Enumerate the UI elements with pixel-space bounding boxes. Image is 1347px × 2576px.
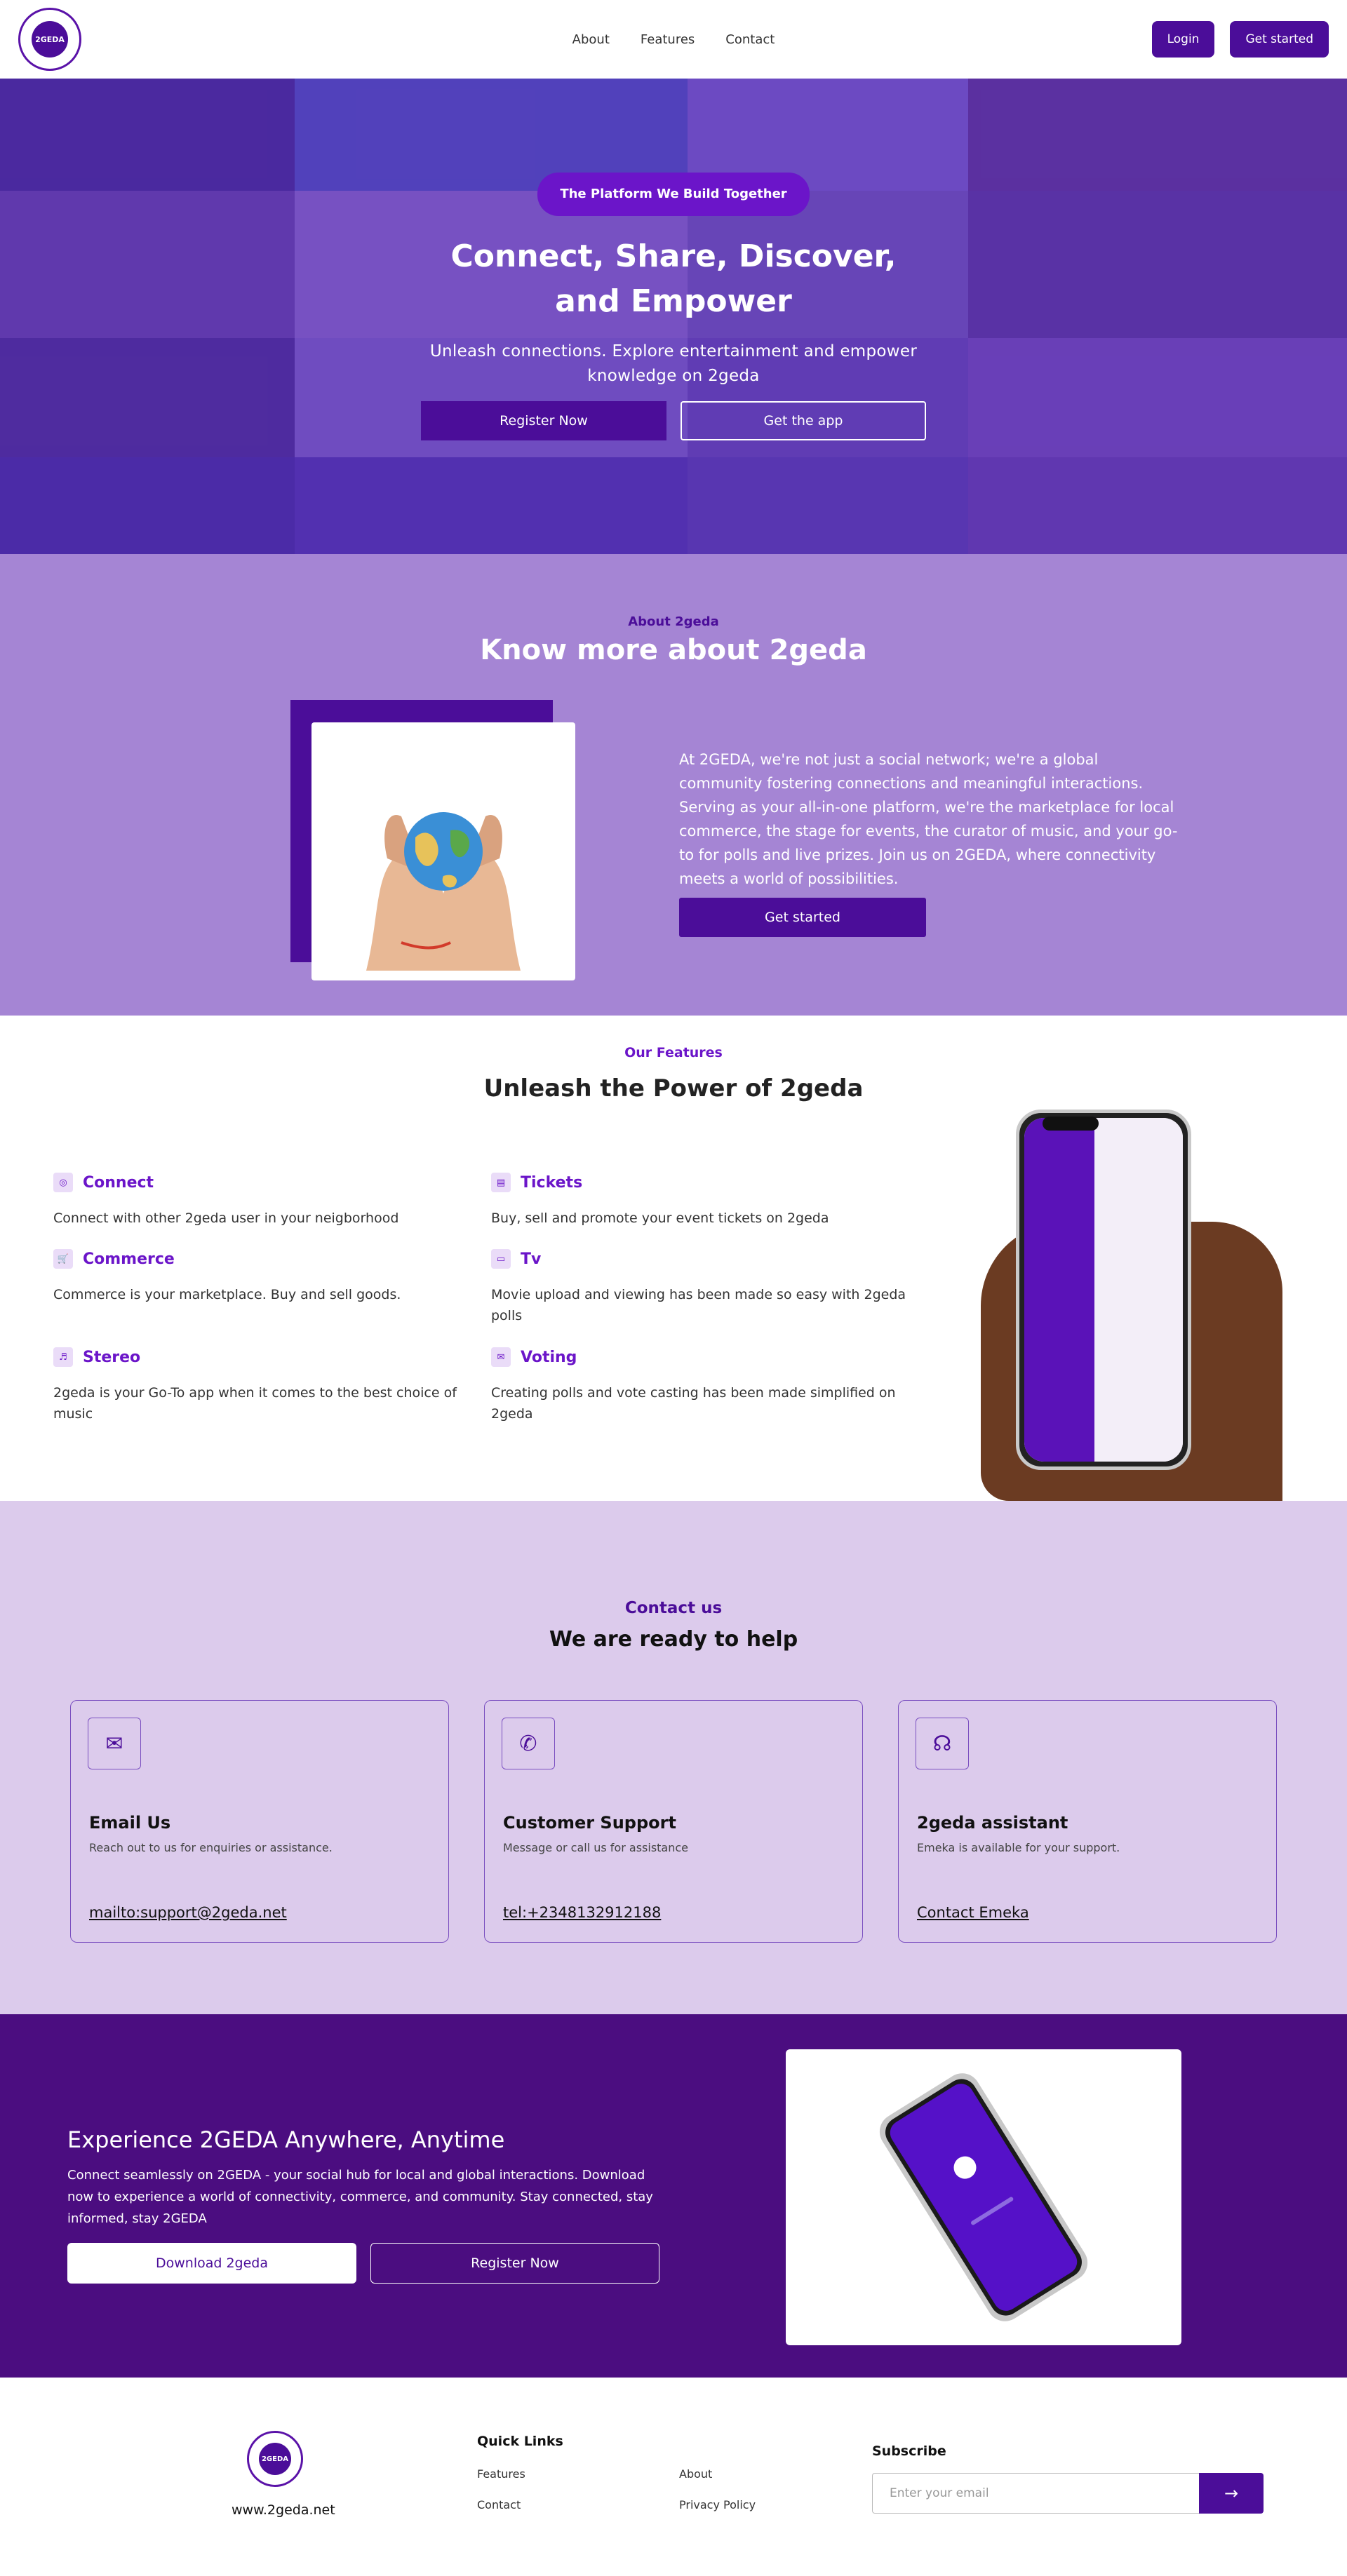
download-title: Experience 2GEDA Anywhere, Anytime bbox=[67, 2126, 505, 2153]
contact-card-title: Email Us bbox=[89, 1813, 171, 1833]
feature-name: Stereo bbox=[83, 1348, 141, 1366]
phone-icon: ✆ bbox=[502, 1718, 555, 1769]
hero-actions: Register Now Get the app bbox=[0, 401, 1347, 440]
app-main bbox=[1094, 1118, 1183, 1462]
subscribe-arrow-icon[interactable]: → bbox=[1199, 2473, 1264, 2514]
about-title: Know more about 2geda bbox=[480, 634, 867, 666]
tv-icon: ▭ bbox=[491, 1249, 511, 1269]
login-button[interactable]: Login bbox=[1151, 21, 1215, 58]
contact-card-description: Message or call us for assistance bbox=[503, 1841, 689, 1854]
connect-icon: ◎ bbox=[53, 1173, 73, 1192]
footer: 2GEDA www.2geda.net Quick Links Features… bbox=[0, 2378, 1347, 2575]
footer-link-about[interactable]: About bbox=[679, 2467, 712, 2481]
feature-name: Connect bbox=[83, 1173, 154, 1192]
feature-description: Movie upload and viewing has been made s… bbox=[491, 1287, 906, 1323]
contact-card-support: ✆ Customer Support Message or call us fo… bbox=[484, 1700, 863, 1943]
ticket-icon: ▤ bbox=[491, 1173, 511, 1192]
hero-title-line-1: Connect, Share, Discover, bbox=[450, 238, 897, 274]
about-kicker: About 2geda bbox=[628, 614, 719, 629]
feature-description: Connect with other 2geda user in your ne… bbox=[53, 1211, 399, 1226]
feature-description: 2geda is your Go-To app when it comes to… bbox=[53, 1385, 457, 1422]
hero-pill: The Platform We Build Together bbox=[537, 173, 810, 216]
footer-link-features[interactable]: Features bbox=[477, 2467, 525, 2481]
feature-tv: ▭ Tv Movie upload and viewing has been m… bbox=[491, 1249, 912, 1326]
features-kicker: Our Features bbox=[624, 1045, 723, 1060]
nav-link-about[interactable]: About bbox=[572, 32, 610, 47]
phone-screen bbox=[1024, 1118, 1183, 1462]
contact-section: Contact us We are ready to help ✉ Email … bbox=[0, 1501, 1347, 2014]
globe-in-hands-image bbox=[311, 722, 575, 980]
contact-card-title: 2geda assistant bbox=[917, 1813, 1068, 1833]
hero-title-line-2: and Empower bbox=[555, 283, 792, 319]
contact-card-email: ✉ Email Us Reach out to us for enquiries… bbox=[70, 1700, 449, 1943]
contact-card-assistant: ☊ 2geda assistant Emeka is available for… bbox=[898, 1700, 1277, 1943]
music-note-icon: ♬ bbox=[53, 1347, 73, 1367]
quick-links-title: Quick Links bbox=[477, 2434, 563, 2449]
top-nav: 2GEDA About Features Contact Login Get s… bbox=[0, 0, 1347, 79]
features-section: Our Features Unleash the Power of 2geda … bbox=[0, 1016, 1347, 1501]
register-now-button[interactable]: Register Now bbox=[421, 401, 666, 440]
phone-notch bbox=[1043, 1117, 1099, 1131]
contact-card-title: Customer Support bbox=[503, 1813, 676, 1833]
footer-link-contact[interactable]: Contact bbox=[477, 2498, 521, 2511]
get-started-button[interactable]: Get started bbox=[1230, 21, 1329, 58]
hero-title: Connect, Share, Discover, and Empower bbox=[0, 234, 1347, 324]
footer-logo[interactable]: 2GEDA bbox=[247, 2431, 303, 2487]
feature-name: Tickets bbox=[521, 1173, 583, 1192]
cart-icon: 🛒 bbox=[53, 1249, 73, 1269]
tilted-phone-illustration bbox=[879, 2073, 1088, 2321]
nav-link-features[interactable]: Features bbox=[641, 32, 695, 47]
feature-stereo: ♬ Stereo 2geda is your Go-To app when it… bbox=[53, 1347, 474, 1424]
nav-link-contact[interactable]: Contact bbox=[725, 32, 775, 47]
app-phone-image bbox=[786, 2049, 1181, 2345]
subscribe-title: Subscribe bbox=[872, 2443, 946, 2459]
phone-in-hand-image bbox=[981, 1110, 1289, 1501]
feature-voting: ✉ Voting Creating polls and vote casting… bbox=[491, 1347, 912, 1424]
footer-logo-text: 2GEDA bbox=[259, 2443, 291, 2475]
nav-links: About Features Contact bbox=[572, 32, 775, 47]
logo-text: 2GEDA bbox=[32, 21, 68, 58]
feature-tickets: ▤ Tickets Buy, sell and promote your eve… bbox=[491, 1173, 912, 1229]
globe-hands-illustration bbox=[366, 812, 521, 971]
envelope-icon: ✉ bbox=[88, 1718, 141, 1769]
hero-subtitle: Unleash connections. Explore entertainme… bbox=[429, 342, 918, 385]
email-link[interactable]: mailto:support@2geda.net bbox=[89, 1904, 287, 1921]
hero-content: The Platform We Build Together Connect, … bbox=[0, 173, 1347, 440]
phone-link[interactable]: tel:+2348132912188 bbox=[503, 1904, 661, 1921]
voting-icon: ✉ bbox=[491, 1347, 511, 1367]
hero-section: The Platform We Build Together Connect, … bbox=[0, 79, 1347, 554]
about-get-started-button[interactable]: Get started bbox=[679, 898, 926, 937]
headset-icon: ☊ bbox=[916, 1718, 969, 1769]
subscribe-email-input[interactable] bbox=[872, 2473, 1199, 2514]
contact-emeka-link[interactable]: Contact Emeka bbox=[917, 1904, 1029, 1921]
feature-description: Buy, sell and promote your event tickets… bbox=[491, 1211, 829, 1226]
feature-name: Commerce bbox=[83, 1250, 175, 1268]
download-section: Experience 2GEDA Anywhere, Anytime Conne… bbox=[0, 2014, 1347, 2378]
app-sidebar bbox=[1024, 1118, 1094, 1462]
nav-actions: Login Get started bbox=[1151, 21, 1329, 58]
footer-site-url: www.2geda.net bbox=[232, 2502, 335, 2518]
about-section: About 2geda Know more about 2geda At 2GE… bbox=[0, 554, 1347, 1016]
brand-logo[interactable]: 2GEDA bbox=[18, 8, 81, 71]
feature-description: Creating polls and vote casting has been… bbox=[491, 1385, 896, 1422]
feature-description: Commerce is your marketplace. Buy and se… bbox=[53, 1287, 401, 1302]
contact-card-description: Reach out to us for enquiries or assista… bbox=[89, 1841, 333, 1854]
download-app-button[interactable]: Download 2geda bbox=[67, 2243, 356, 2284]
feature-name: Tv bbox=[521, 1250, 542, 1268]
download-body: Connect seamlessly on 2GEDA - your socia… bbox=[67, 2168, 653, 2226]
feature-commerce: 🛒 Commerce Commerce is your marketplace.… bbox=[53, 1249, 474, 1305]
features-title: Unleash the Power of 2geda bbox=[483, 1074, 864, 1102]
contact-card-description: Emeka is available for your support. bbox=[917, 1841, 1120, 1854]
about-body: At 2GEDA, we're not just a social networ… bbox=[679, 751, 1178, 887]
feature-name: Voting bbox=[521, 1348, 577, 1366]
contact-kicker: Contact us bbox=[624, 1599, 723, 1617]
feature-connect: ◎ Connect Connect with other 2geda user … bbox=[53, 1173, 474, 1229]
footer-link-privacy[interactable]: Privacy Policy bbox=[679, 2498, 756, 2511]
contact-title: We are ready to help bbox=[549, 1627, 798, 1652]
download-register-button[interactable]: Register Now bbox=[370, 2243, 659, 2284]
phone-mockup bbox=[1016, 1110, 1191, 1470]
get-the-app-button[interactable]: Get the app bbox=[681, 401, 926, 440]
